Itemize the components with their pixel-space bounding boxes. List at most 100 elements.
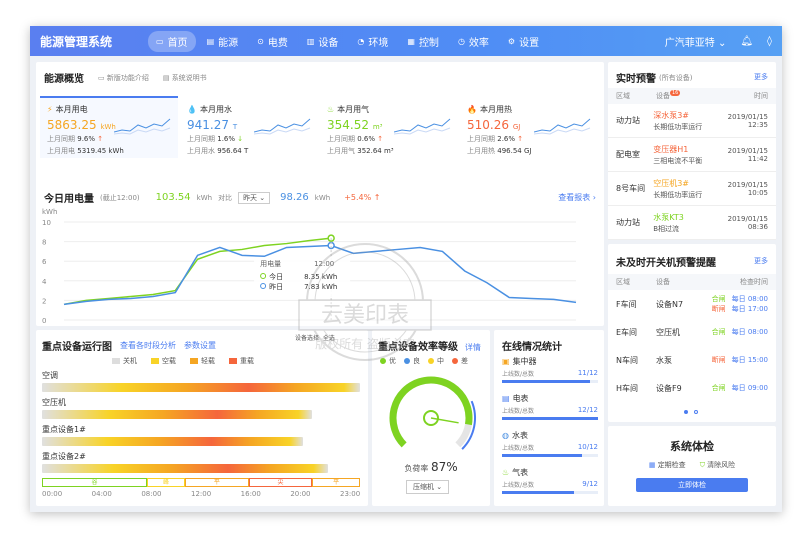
kpi-card-1[interactable]: 💧 本月用水 941.27 T 上月同期 1.6% ↓ 上月用水 956.64 T xyxy=(180,96,318,158)
alarm-desc: 长期低功率运行 xyxy=(653,190,703,199)
alarm-date: 2019/01/15 xyxy=(727,180,768,189)
nav-label: 控制 xyxy=(418,37,439,49)
running-bar[interactable] xyxy=(42,383,360,392)
running-legend-item: 轻载 xyxy=(190,356,215,366)
kpi-icon: 💧 xyxy=(187,105,197,114)
online-progress xyxy=(502,454,598,457)
check-now-button[interactable]: 立即体检 xyxy=(636,478,748,492)
online-item[interactable]: ▤ 电表 上线数/总数 12/12 xyxy=(502,393,598,430)
user-menu[interactable]: 广汽菲亚特 ⌄ xyxy=(665,34,727,49)
overview-title: 能源概览 xyxy=(44,74,84,85)
kpi-title: 本月用水 xyxy=(199,105,232,114)
shutdown-device: 设备N7 xyxy=(656,299,684,309)
kpi-card-2[interactable]: ♨ 本月用气 354.52 m³ 上月同期 0.6% ↑ 上月用气 352.64 m³ xyxy=(320,96,458,158)
online-item[interactable]: ♨ 气表 上线数/总数 9/12 xyxy=(502,467,598,504)
efficiency-legend-item: 差 xyxy=(452,356,468,366)
online-title: 在线情况统计 xyxy=(502,342,562,353)
shutdown-row[interactable]: E车间 空压机 合闸 每日 08:00 xyxy=(608,318,776,346)
shutdown-row[interactable]: F车间 设备N7 合闸 每日 08:00 断闸 每日 17:00 xyxy=(608,290,776,318)
nav-icon: ⚙ xyxy=(507,36,516,46)
kpi-previous: 上月用热 496.54 GJ xyxy=(467,147,532,155)
running-x-tick: 04:00 xyxy=(91,490,112,498)
user-caret: ⌄ xyxy=(717,37,727,49)
running-row: 重点设备2# xyxy=(42,451,360,478)
online-progress xyxy=(502,417,598,420)
online-item-icon: ▣ xyxy=(502,357,510,366)
nav-item-6[interactable]: ◷ 效率 xyxy=(450,31,497,52)
online-item-name: 水表 xyxy=(511,431,528,440)
y-tick-label: 8 xyxy=(42,239,46,247)
shutdown-time: 每日 15:00 xyxy=(731,356,768,364)
param-settings-link[interactable]: 参数设置 xyxy=(184,340,216,351)
shutdown-time: 每日 08:00 xyxy=(731,328,768,336)
online-sub: 上线数/总数 xyxy=(502,408,535,415)
period-segment: 平 xyxy=(185,478,249,487)
nav-item-0[interactable]: ▭ 首页 xyxy=(148,30,196,52)
alarm-time: 11:42 xyxy=(747,154,768,163)
alarm-row[interactable]: 动力站 水泵KT3 B相过流 2019/01/15 08:36 xyxy=(608,206,776,240)
nav-item-5[interactable]: ▦ 控制 xyxy=(399,31,447,52)
page-dot-active[interactable] xyxy=(684,410,688,414)
y-tick-label: 2 xyxy=(42,297,46,305)
shutdown-row[interactable]: H车间 设备F9 合闸 每日 09:00 xyxy=(608,374,776,402)
alarm-more-link[interactable]: 更多 xyxy=(754,72,768,82)
tooltip-name: 昨日 xyxy=(269,282,283,291)
load-rate: 负荷率 87% xyxy=(404,460,458,474)
periodic-check-option[interactable]: ▦ 定期检查 xyxy=(649,460,686,470)
tooltip-dot xyxy=(260,273,267,279)
page-dot[interactable] xyxy=(694,410,698,414)
alarm-time: 10:05 xyxy=(747,188,768,197)
running-x-tick: 16:00 xyxy=(240,490,261,498)
device-type-select[interactable]: 压缩机 ⌄ xyxy=(406,480,450,494)
y-tick-label: 10 xyxy=(42,219,51,227)
running-time-axis: 00:00 04:00 08:00 12:00 16:00 20:00 23:00 xyxy=(42,490,360,500)
period-analysis-link[interactable]: 查看各时段分析 xyxy=(120,340,176,351)
nav-item-7[interactable]: ⚙ 设置 xyxy=(500,31,547,52)
kpi-card-3[interactable]: 🔥 本月用热 510.26 GJ 上月同期 2.6% ↑ 上月用热 496.54 GJ xyxy=(460,96,598,158)
kpi-icon: ⚡ xyxy=(47,105,53,114)
drop-icon[interactable]: ◊ xyxy=(767,36,772,47)
kpi-title: 本月用热 xyxy=(479,105,512,114)
feature-intro-link[interactable]: ▭ 新版功能介绍 xyxy=(98,73,149,83)
nav-item-3[interactable]: ▥ 设备 xyxy=(299,31,347,52)
shutdown-row[interactable]: N车间 水泵 断闸 每日 15:00 xyxy=(608,346,776,374)
efficiency-detail-link[interactable]: 详情 xyxy=(465,343,481,352)
shutdown-tag: 断闸 xyxy=(711,356,726,364)
kpi-sparkline xyxy=(394,118,451,135)
alarm-row[interactable]: 动力站 深水泵3# 长期低功率运行 2019/01/15 12:35 xyxy=(608,104,776,138)
alarm-header: 区域 设备 16 时间 xyxy=(608,88,776,104)
alarm-row[interactable]: 8号车间 空压机3# 长期低功率运行 2019/01/15 10:05 xyxy=(608,172,776,206)
online-item[interactable]: ▣ 集中器 上线数/总数 11/12 xyxy=(502,356,598,393)
online-progress xyxy=(502,380,598,383)
shutdown-time: 每日 09:00 xyxy=(731,384,768,392)
kpi-sparkline xyxy=(254,118,311,135)
period-segment: 尖 xyxy=(248,478,313,487)
running-bar[interactable] xyxy=(42,410,313,419)
nav-label: 设置 xyxy=(519,37,540,49)
online-sub: 上线数/总数 xyxy=(502,371,535,378)
tooltip-name: 今日 xyxy=(269,272,283,281)
shutdown-device: 水泵 xyxy=(656,355,672,365)
alarm-row[interactable]: 配电室 变压器H1 三相电流不平衡 2019/01/15 11:42 xyxy=(608,138,776,172)
clear-risk-option[interactable]: ⛉ 清除风险 xyxy=(700,460,735,470)
online-item-icon: ♨ xyxy=(502,468,510,477)
shutdown-more-link[interactable]: 更多 xyxy=(754,256,768,266)
nav-item-4[interactable]: ◔ 环境 xyxy=(349,31,396,52)
bell-icon[interactable]: 🔔︎ xyxy=(740,36,753,47)
y-tick-label: 6 xyxy=(42,258,47,266)
online-item-name: 电表 xyxy=(512,394,529,403)
alarm-panel: 实时预警 (所有设备) 更多 区域 设备 16 时间 动力站 深水泵3# 长期低功率运行 20… xyxy=(608,62,776,240)
shutdown-device: 设备F9 xyxy=(656,383,682,393)
nav-item-1[interactable]: ▤ 能源 xyxy=(199,31,247,52)
y-tick-label: 0 xyxy=(42,317,46,325)
nav-label: 能源 xyxy=(218,37,239,49)
running-bar[interactable] xyxy=(42,464,329,473)
nav-item-2[interactable]: ⊙ 电费 xyxy=(249,31,296,52)
nav-label: 电费 xyxy=(267,37,288,49)
app-title: 能源管理系统 xyxy=(40,34,113,49)
manual-link[interactable]: ▤ 系统说明书 xyxy=(163,73,207,83)
tooltip-dot xyxy=(260,283,267,289)
kpi-card-0[interactable]: ⚡ 本月用电 5863.25 kWh 上月同期 9.6% ↑ 上月用电 5319.45 … xyxy=(40,96,178,158)
running-bar[interactable] xyxy=(42,437,303,446)
online-item[interactable]: ◍ 水表 上线数/总数 10/12 xyxy=(502,430,598,467)
